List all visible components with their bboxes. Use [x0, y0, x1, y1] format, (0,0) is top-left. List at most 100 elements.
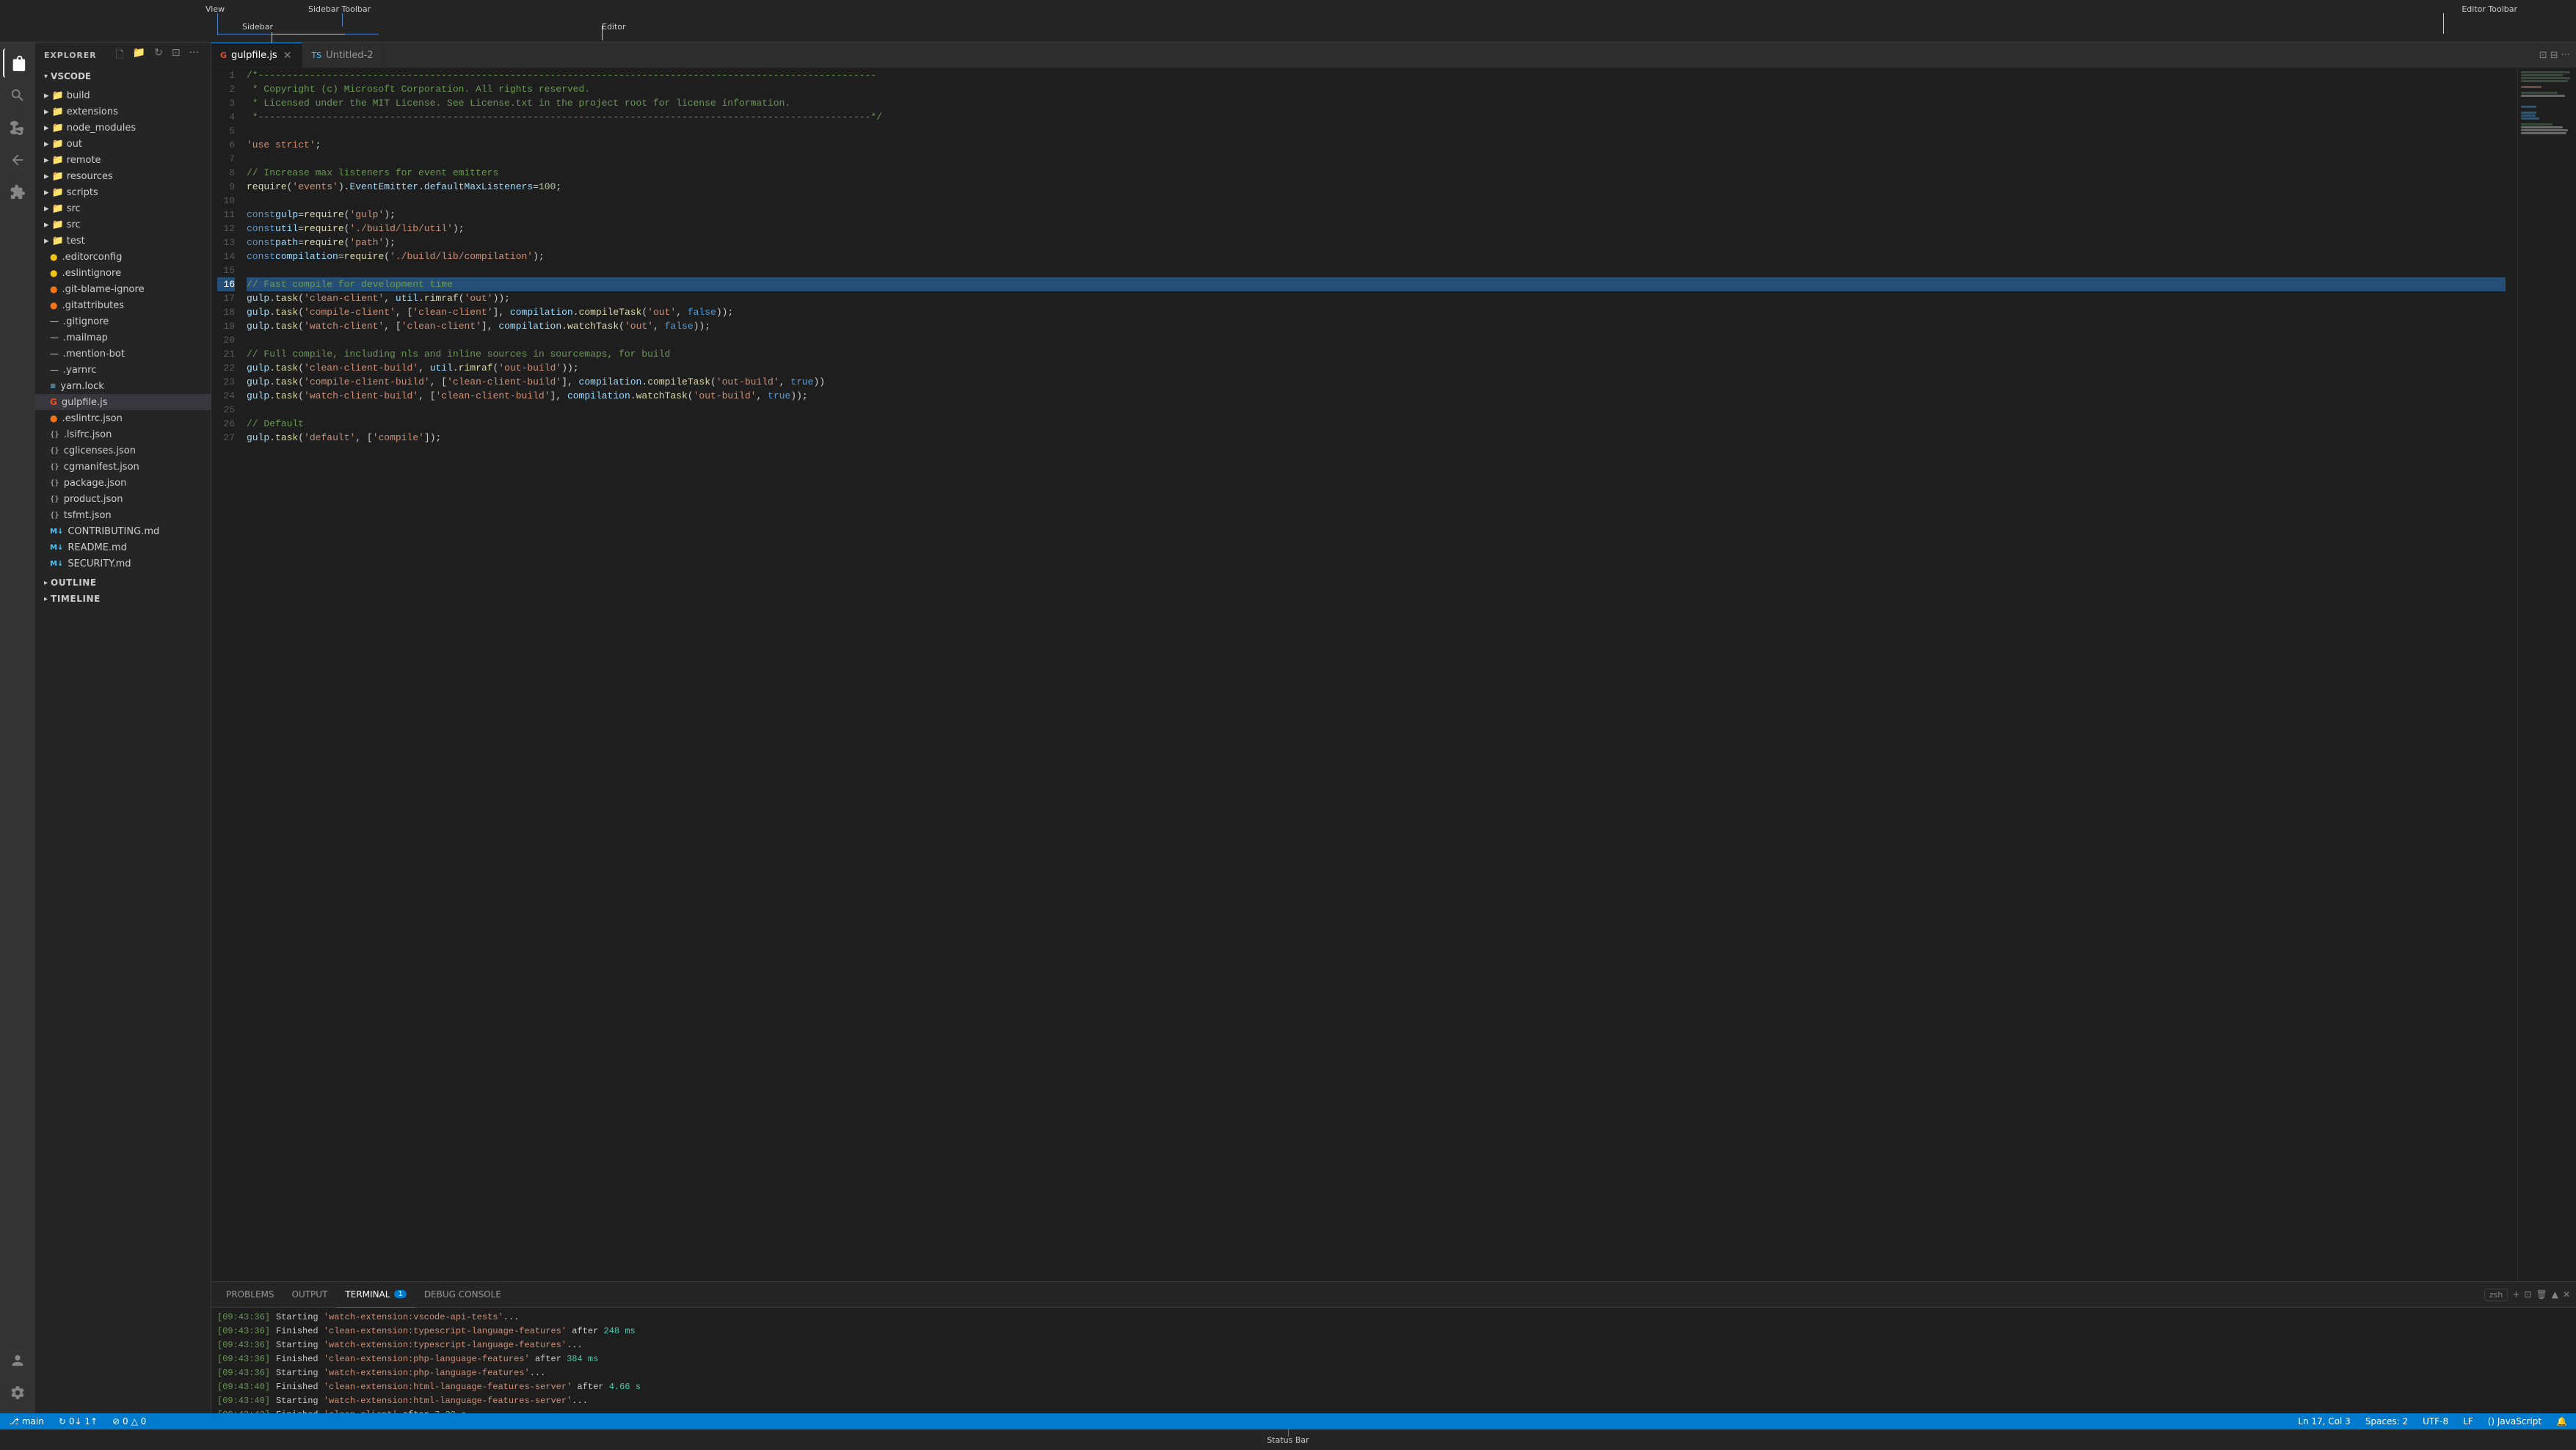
file-mention-bot[interactable]: — .mention-bot [35, 346, 211, 362]
chevron-right-icon: ▸ [44, 139, 49, 150]
timeline-section-header[interactable]: ▸ TIMELINE [35, 591, 211, 607]
ln-21: 21 [217, 347, 235, 361]
vscode-section-header[interactable]: ▾ VSCODE [35, 68, 211, 84]
folder-resources[interactable]: ▸ 📁 resources [35, 168, 211, 184]
file-label-cgmanifest: cgmanifest.json [64, 462, 139, 473]
spaces-status-item[interactable]: Spaces: 2 [2362, 1413, 2411, 1429]
file-editorconfig[interactable]: ● .editorconfig [35, 249, 211, 265]
run-debug-icon[interactable] [3, 145, 32, 175]
outline-section-header[interactable]: ▸ OUTLINE [35, 575, 211, 591]
editor-toolbar-line [2443, 13, 2444, 34]
tab-terminal[interactable]: TERMINAL 1 [336, 1282, 415, 1308]
search-icon[interactable] [3, 81, 32, 110]
folder-icon-remote: 📁 [52, 155, 64, 166]
file-mailmap[interactable]: — .mailmap [35, 329, 211, 346]
panel-content[interactable]: [09:43:36] Starting 'watch-extension:vsc… [211, 1308, 2576, 1413]
file-eslintrc[interactable]: ● .eslintrc.json [35, 410, 211, 426]
tab-close-gulpfile[interactable]: ✕ [282, 49, 294, 62]
file-label-readme: README.md [68, 542, 127, 553]
tab-problems[interactable]: PROBLEMS [217, 1282, 283, 1308]
file-readme[interactable]: M↓ README.md [35, 539, 211, 555]
folder-test[interactable]: ▸ 📁 test [35, 233, 211, 249]
more-actions-editor-button[interactable]: ⊟ [2550, 50, 2558, 61]
file-eslintignore[interactable]: ● .eslintignore [35, 265, 211, 281]
text-3: Starting 'watch-extension:typescript-lan… [276, 1338, 2570, 1352]
code-content[interactable]: /*--------------------------------------… [247, 68, 2517, 1281]
folder-icon-test: 📁 [52, 236, 64, 247]
sidebar-header: EXPLORER 🗋 📁 ↻ ⊡ ··· [35, 43, 211, 68]
files-icon[interactable] [3, 48, 32, 78]
terminal-line-5: [09:43:36] Starting 'watch-extension:php… [217, 1366, 2570, 1380]
language-status-item[interactable]: () JavaScript [2485, 1413, 2544, 1429]
folder-label-remote: remote [67, 155, 101, 166]
new-file-button[interactable]: 🗋 [112, 45, 126, 66]
tab-untitled[interactable]: TS Untitled-2 [302, 43, 382, 68]
sidebar-toolbar-annotation: Sidebar Toolbar [308, 4, 371, 14]
tab-output[interactable]: OUTPUT [283, 1282, 337, 1308]
file-label-package: package.json [64, 478, 127, 489]
ln-26: 26 [217, 417, 235, 431]
file-gitattributes[interactable]: ● .gitattributes [35, 297, 211, 313]
editor-content[interactable]: 1 2 3 4 5 6 7 8 9 10 11 12 13 14 [211, 68, 2517, 1281]
notifications-status-item[interactable]: 🔔 [2553, 1413, 2570, 1429]
ln-14: 14 [217, 249, 235, 263]
file-gitignore[interactable]: — .gitignore [35, 313, 211, 329]
ln-col-status-item[interactable]: Ln 17, Col 3 [2295, 1413, 2354, 1429]
folder-extensions[interactable]: ▸ 📁 extensions [35, 103, 211, 120]
errors-status-item[interactable]: ⊘ 0 △ 0 [109, 1413, 149, 1429]
branch-status-item[interactable]: ⎇ main [6, 1413, 47, 1429]
file-security[interactable]: M↓ SECURITY.md [35, 555, 211, 572]
file-cgmanifest[interactable]: {} cgmanifest.json [35, 459, 211, 475]
split-editor-button[interactable]: ⊡ [2539, 50, 2547, 61]
file-yarnrc[interactable]: — .yarnrc [35, 362, 211, 378]
encoding-status-item[interactable]: UTF-8 [2420, 1413, 2451, 1429]
new-terminal-button[interactable]: + [2512, 1289, 2519, 1300]
chevron-right-icon: ▸ [44, 236, 49, 247]
file-contributing[interactable]: M↓ CONTRIBUTING.md [35, 523, 211, 539]
tab-gulpfile[interactable]: G gulpfile.js ✕ [211, 43, 302, 68]
sync-label: 0↓ 1↑ [69, 1416, 98, 1427]
file-git-blame-ignore[interactable]: ● .git-blame-ignore [35, 281, 211, 297]
folder-scripts[interactable]: ▸ 📁 scripts [35, 184, 211, 200]
split-terminal-button[interactable]: ⊡ [2524, 1289, 2531, 1300]
folder-node-modules[interactable]: ▸ 📁 node_modules [35, 120, 211, 136]
file-label-lsifrc: .lsifrc.json [64, 429, 112, 440]
file-label-yarn-lock: yarn.lock [60, 381, 103, 392]
tab-debug-console[interactable]: DEBUG CONSOLE [415, 1282, 510, 1308]
folder-out[interactable]: ▸ 📁 out [35, 136, 211, 152]
folder-label-test: test [67, 236, 85, 247]
file-package[interactable]: {} package.json [35, 475, 211, 491]
more-actions-button[interactable]: ··· [186, 45, 202, 66]
close-panel-button[interactable]: ✕ [2563, 1289, 2570, 1300]
file-yarn-lock[interactable]: ≡ yarn.lock [35, 378, 211, 394]
terminal-badge: 1 [394, 1290, 406, 1298]
line-ending-status-item[interactable]: LF [2460, 1413, 2476, 1429]
new-folder-button[interactable]: 📁 [130, 45, 148, 66]
minimap-line-9 [2521, 95, 2565, 97]
folder-src-1[interactable]: ▸ 📁 src [35, 200, 211, 216]
file-lsifrc[interactable]: {} .lsifrc.json [35, 426, 211, 442]
accounts-icon[interactable] [3, 1346, 32, 1375]
file-tsfmt[interactable]: {} tsfmt.json [35, 507, 211, 523]
refresh-button[interactable]: ↻ [151, 45, 166, 66]
code-line-1: /*--------------------------------------… [247, 68, 2506, 82]
folder-build[interactable]: ▸ 📁 build [35, 87, 211, 103]
maximize-panel-button[interactable]: ▲ [2552, 1289, 2558, 1300]
folder-src-2[interactable]: ▸ 📁 src [35, 216, 211, 233]
ln-11: 11 [217, 208, 235, 222]
source-control-icon[interactable] [3, 113, 32, 142]
ts-3: [09:43:36] [217, 1338, 270, 1352]
minimap-line-17 [2521, 126, 2563, 128]
terminal-line-1: [09:43:36] Starting 'watch-extension:vsc… [217, 1311, 2570, 1325]
file-cglicenses[interactable]: {} cglicenses.json [35, 442, 211, 459]
file-product[interactable]: {} product.json [35, 491, 211, 507]
file-gulpfile[interactable]: G gulpfile.js [35, 394, 211, 410]
folder-remote[interactable]: ▸ 📁 remote [35, 152, 211, 168]
collapse-button[interactable]: ⊡ [169, 45, 183, 66]
editor-v-line [602, 26, 603, 40]
settings-icon[interactable] [3, 1378, 32, 1407]
editor-overflow-button[interactable]: ··· [2561, 50, 2570, 61]
sync-status-item[interactable]: ↻ 0↓ 1↑ [56, 1413, 101, 1429]
kill-terminal-button[interactable]: 🗑 [2536, 1289, 2547, 1300]
extensions-icon[interactable] [3, 178, 32, 207]
